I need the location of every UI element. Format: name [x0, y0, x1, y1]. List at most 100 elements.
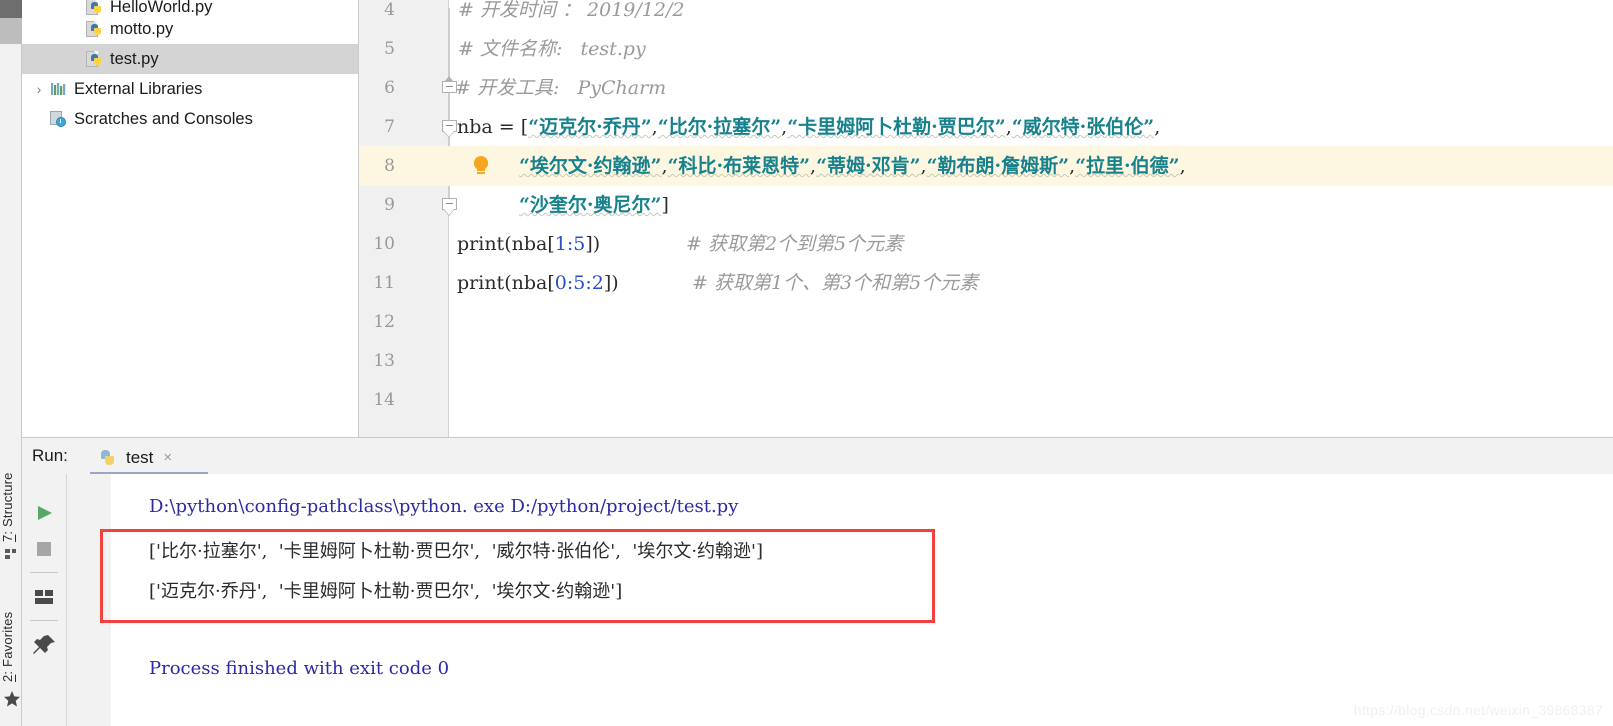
run-label: Run:	[32, 446, 68, 465]
console-output-line: ['比尔·拉塞尔', '卡里姆阿卜杜勒·贾巴尔', '威尔特·张伯伦', '埃尔…	[149, 541, 764, 562]
code-string: “沙奎尔·奥尼尔”	[519, 194, 662, 216]
code-line[interactable]: 4 # 开发时间 ： 2019/12/2	[359, 0, 1613, 30]
toolbar-divider	[30, 620, 58, 621]
structure-tab-number: 7	[0, 534, 15, 542]
code-paren: )	[611, 272, 619, 294]
toolbar-divider	[30, 572, 58, 573]
code-string: “拉里·伯德”	[1075, 155, 1180, 177]
scratches-icon	[48, 110, 70, 128]
line-number: 12	[373, 312, 395, 332]
run-toolbar-primary[interactable]	[22, 474, 66, 726]
line-number: 14	[373, 390, 395, 410]
tree-item-label: Scratches and Consoles	[74, 109, 253, 128]
line-number: 9	[384, 195, 395, 215]
code-string: “埃尔文·约翰逊”	[519, 155, 662, 177]
code-number: 5	[573, 233, 586, 255]
sidebar-item-test-py[interactable]: test.py	[22, 44, 359, 74]
code-function-call: print	[457, 272, 505, 294]
code-variable: nba	[457, 116, 493, 138]
code-line[interactable]: 5 # 文件名称: test.py	[359, 29, 1613, 69]
code-comma: ,	[1179, 155, 1186, 177]
left-strip-top-block	[0, 0, 22, 18]
run-tab-label: test	[126, 447, 154, 467]
python-file-icon	[84, 20, 106, 38]
code-line-active[interactable]: 8 “埃尔文·约翰逊”,“科比·布莱恩特”,“蒂姆·邓肯”,“勒布朗·詹姆斯”,…	[359, 146, 1613, 186]
tree-item-label: motto.py	[110, 19, 174, 38]
code-line[interactable]: 7 nba = [“迈克尔·乔丹”,“比尔·拉塞尔”,“卡里姆阿卜杜勒·贾巴尔”…	[359, 107, 1613, 147]
python-file-icon	[84, 50, 106, 68]
console-command-line: D:\python\config-pathclass\python. exe D…	[149, 496, 739, 517]
code-line[interactable]: 13	[359, 341, 1613, 381]
code-comment: # 获取第1个、第3个和第5个元素	[692, 272, 979, 294]
line-number: 5	[384, 39, 395, 59]
pin-tab-button[interactable]	[26, 628, 62, 662]
libraries-icon	[48, 80, 70, 98]
code-line[interactable]: 6 # 开发工具: PyCharm	[359, 68, 1613, 108]
console-output[interactable]: D:\python\config-pathclass\python. exe D…	[111, 474, 1613, 726]
code-string: “比尔·拉塞尔”	[657, 116, 782, 138]
code-number: 1	[554, 233, 567, 255]
restore-layout-button[interactable]	[26, 580, 62, 614]
project-tree-panel[interactable]: HelloWorld.py motto.py test.py › Externa…	[22, 0, 359, 437]
code-function-call: print	[457, 233, 505, 255]
code-bracket: [	[547, 233, 555, 255]
line-number: 11	[373, 273, 395, 293]
console-finished-line: Process finished with exit code 0	[149, 658, 450, 679]
code-editor[interactable]: 4 # 开发时间 ： 2019/12/2 5 # 文件名称: test.py 6…	[359, 0, 1613, 437]
left-tool-strip: 7: Structure 2: Favorites	[0, 0, 22, 726]
code-string: “蒂姆·邓肯”	[816, 155, 921, 177]
sidebar-item-favorites[interactable]: 2: Favorites	[0, 590, 22, 682]
intention-bulb-icon[interactable]	[473, 156, 489, 176]
console-output-line: ['迈克尔·乔丹', '卡里姆阿卜杜勒·贾巴尔', '埃尔文·约翰逊']	[149, 581, 623, 602]
line-number: 13	[373, 351, 395, 371]
run-tool-window[interactable]: Run: test × D:\python\config-pathclass\p…	[22, 438, 1613, 726]
code-string: “迈克尔·乔丹”	[528, 116, 652, 138]
code-line[interactable]: 14	[359, 380, 1613, 420]
code-comment: # 获取第2个到第5个元素	[686, 233, 904, 255]
star-icon	[3, 690, 20, 707]
sidebar-item-scratches[interactable]: Scratches and Consoles	[22, 104, 359, 134]
code-bracket: ]	[585, 233, 593, 255]
run-toolbar-secondary[interactable]	[66, 474, 151, 726]
tab-test[interactable]: test ×	[90, 441, 180, 474]
list-item[interactable]: motto.py	[22, 14, 359, 44]
code-line[interactable]: 12	[359, 302, 1613, 342]
code-number: 0	[554, 272, 567, 294]
code-operator: =	[492, 116, 521, 138]
watermark: https://blog.csdn.net/weixin_39868387	[1353, 702, 1603, 718]
favorites-tab-label: : Favorites	[0, 611, 15, 675]
code-string: “勒布朗·詹姆斯”	[926, 155, 1070, 177]
run-button[interactable]	[26, 496, 62, 530]
stop-button[interactable]	[26, 532, 62, 566]
code-paren: )	[592, 233, 601, 255]
code-bracket: [	[547, 272, 555, 294]
code-fold-marker[interactable]	[442, 198, 457, 215]
left-strip-second-block	[0, 18, 22, 44]
sidebar-item-external-libraries[interactable]: › External Libraries	[22, 74, 359, 104]
tree-item-label: External Libraries	[74, 79, 203, 98]
code-bracket: ]	[661, 194, 669, 216]
line-number: 8	[384, 156, 395, 176]
code-comment: # 开发工具: PyCharm	[455, 77, 667, 99]
chevron-right-icon[interactable]: ›	[30, 81, 48, 97]
code-line[interactable]: 10 print(nba[1:5]) # 获取第2个到第5个元素	[359, 224, 1613, 264]
line-number: 10	[373, 234, 395, 254]
code-fold-marker[interactable]	[442, 120, 457, 137]
code-line[interactable]: 11 print(nba[0:5:2]) # 获取第1个、第3个和第5个元素	[359, 263, 1613, 303]
code-line[interactable]: 9 “沙奎尔·奥尼尔”]	[359, 185, 1613, 225]
favorites-tab-number: 2	[0, 674, 15, 682]
code-comment: # 文件名称: test.py	[458, 38, 646, 60]
line-number: 6	[384, 78, 395, 98]
tree-item-label: test.py	[110, 49, 159, 68]
structure-tab-label: : Structure	[0, 472, 15, 535]
code-string: “卡里姆阿卜杜勒·贾巴尔”	[787, 116, 1006, 138]
line-number: 7	[384, 117, 395, 137]
close-icon[interactable]: ×	[163, 449, 172, 466]
code-string: “威尔特·张伯伦”	[1011, 116, 1155, 138]
code-comment: # 开发时间 ： 2019/12/2	[458, 0, 685, 21]
code-comma: ,	[1154, 116, 1161, 138]
code-args: (nba	[504, 272, 548, 294]
sidebar-item-structure[interactable]: 7: Structure	[0, 452, 22, 542]
code-number: 2	[591, 272, 604, 294]
python-icon	[98, 449, 118, 467]
